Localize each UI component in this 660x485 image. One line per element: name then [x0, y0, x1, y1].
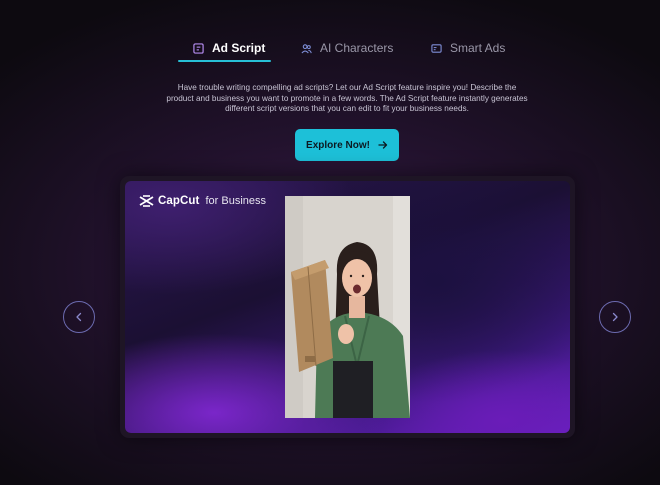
- explore-now-button[interactable]: Explore Now!: [295, 129, 399, 161]
- chevron-left-icon: [76, 312, 82, 322]
- smart-ads-icon: [431, 43, 442, 53]
- arrow-right-icon: [378, 141, 388, 149]
- tab-ad-script[interactable]: Ad Script: [193, 34, 265, 62]
- tab-label: AI Characters: [320, 41, 394, 55]
- explore-button-label: Explore Now!: [306, 139, 370, 151]
- active-tab-indicator: [178, 60, 271, 62]
- tab-label: Ad Script: [212, 41, 266, 55]
- demo-video[interactable]: [285, 196, 410, 418]
- feature-tabs: Ad Script AI Characters Smart Ads: [0, 34, 660, 62]
- capcut-business-logo: CapCut for Business: [139, 193, 266, 209]
- logo-subtitle: for Business: [205, 195, 267, 207]
- carousel-prev-button[interactable]: [63, 301, 95, 333]
- video-frame-image: [285, 196, 410, 418]
- tab-label: Smart Ads: [450, 41, 506, 55]
- tab-ai-characters[interactable]: AI Characters: [301, 34, 393, 62]
- logo-brand: CapCut: [158, 195, 200, 207]
- characters-icon: [301, 43, 312, 53]
- chevron-right-icon: [612, 312, 618, 322]
- carousel-next-button[interactable]: [599, 301, 631, 333]
- tab-smart-ads[interactable]: Smart Ads: [431, 34, 505, 62]
- capcut-logo-icon: [139, 195, 154, 207]
- script-icon: [193, 42, 204, 54]
- feature-description: Have trouble writing compelling ad scrip…: [166, 83, 528, 113]
